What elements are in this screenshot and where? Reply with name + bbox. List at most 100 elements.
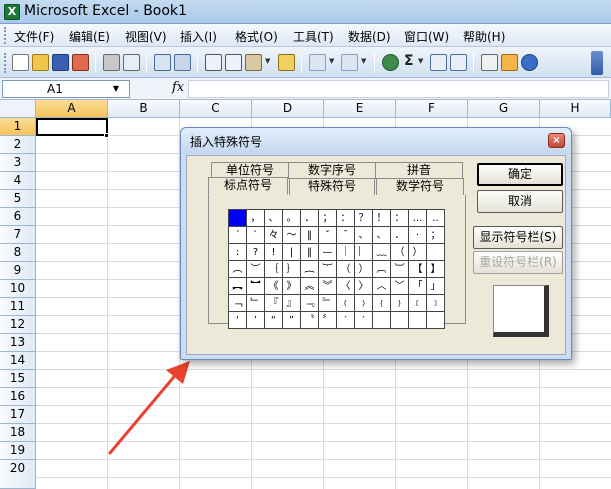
symbol-cell[interactable]: ˉ: [336, 226, 355, 244]
reset-symbol-bar-button[interactable]: 重设符号栏(R): [473, 251, 563, 274]
cut-icon[interactable]: [205, 54, 222, 71]
symbol-cell[interactable]: 〈: [336, 277, 355, 295]
column-header-d[interactable]: D: [252, 100, 324, 118]
symbol-cell[interactable]: ；: [318, 209, 337, 227]
permission-icon[interactable]: [72, 54, 89, 71]
row-header[interactable]: 3: [0, 154, 36, 172]
symbol-cell[interactable]: ”: [282, 311, 301, 329]
symbol-cell[interactable]: 〉: [354, 277, 373, 295]
menu-file[interactable]: 文件(F): [14, 28, 54, 45]
redo-dropdown-icon[interactable]: ▼: [361, 57, 366, 65]
symbol-cell[interactable]: ′: [354, 311, 373, 329]
spelling-icon[interactable]: [154, 54, 171, 71]
row-header[interactable]: 20: [0, 460, 36, 489]
column-header-a[interactable]: A: [36, 100, 108, 118]
symbol-cell[interactable]: :: [228, 243, 247, 261]
sort-ascending-icon[interactable]: [430, 54, 447, 71]
fill-handle[interactable]: [104, 133, 109, 138]
row-header[interactable]: 4: [0, 172, 36, 190]
symbol-cell[interactable]: [390, 311, 409, 329]
undo-dropdown-icon[interactable]: ▼: [329, 57, 334, 65]
row-header[interactable]: 1: [0, 118, 36, 136]
menu-view[interactable]: 视图(V): [125, 28, 167, 45]
symbol-cell[interactable]: ｛: [264, 260, 283, 278]
symbol-cell[interactable]: ，: [246, 209, 265, 227]
symbol-cell[interactable]: ｝: [282, 260, 301, 278]
name-box[interactable]: A1 ▼: [2, 80, 130, 98]
symbol-cell[interactable]: ?: [246, 243, 265, 261]
symbol-cell[interactable]: ﹝: [408, 294, 427, 312]
toolbar-grip[interactable]: [4, 53, 7, 73]
drawing-icon[interactable]: [501, 54, 518, 71]
symbol-cell[interactable]: ～: [282, 226, 301, 244]
symbol-cell[interactable]: ︻: [228, 277, 247, 295]
column-header-g[interactable]: G: [468, 100, 540, 118]
menu-grip[interactable]: [4, 27, 7, 44]
symbol-cell[interactable]: ˊ: [228, 226, 247, 244]
symbol-cell[interactable]: ：: [390, 209, 409, 227]
symbol-cell[interactable]: ﹂: [246, 294, 265, 312]
symbol-cell[interactable]: 、: [372, 226, 391, 244]
symbol-cell[interactable]: ﹞: [426, 294, 445, 312]
hyperlink-icon[interactable]: [382, 54, 399, 71]
row-header[interactable]: 19: [0, 442, 36, 460]
symbol-cell[interactable]: ﹏: [372, 243, 391, 261]
column-header-c[interactable]: C: [180, 100, 252, 118]
menu-format[interactable]: 格式(O): [235, 28, 278, 45]
tab-number-symbols[interactable]: 数字序号: [288, 162, 376, 179]
row-header[interactable]: 13: [0, 334, 36, 352]
cancel-button[interactable]: 取消: [477, 190, 563, 213]
active-cell-a1[interactable]: [36, 118, 108, 136]
row-header[interactable]: 11: [0, 298, 36, 316]
symbol-cell[interactable]: ﹃: [300, 294, 319, 312]
symbol-cell[interactable]: ‖: [300, 243, 319, 261]
symbol-cell[interactable]: ﹙: [336, 294, 355, 312]
column-header-h[interactable]: H: [540, 100, 611, 118]
ok-button[interactable]: 确定: [477, 163, 563, 186]
symbol-cell[interactable]: 々: [264, 226, 283, 244]
symbol-cell[interactable]: ︺: [390, 260, 409, 278]
row-header[interactable]: 7: [0, 226, 36, 244]
symbol-cell[interactable]: “: [264, 311, 283, 329]
symbol-cell[interactable]: 」: [426, 277, 445, 295]
symbol-cell[interactable]: 》: [282, 277, 301, 295]
print-icon[interactable]: [103, 54, 120, 71]
symbol-cell[interactable]: !: [264, 243, 283, 261]
formula-input[interactable]: [188, 80, 609, 98]
paste-dropdown-icon[interactable]: ▼: [265, 57, 270, 65]
symbol-cell[interactable]: （: [390, 243, 409, 261]
symbol-cell[interactable]: ）: [408, 243, 427, 261]
dialog-title-bar[interactable]: 插入特殊符号 ×: [181, 128, 571, 154]
paste-icon[interactable]: [245, 54, 262, 71]
row-header[interactable]: 6: [0, 208, 36, 226]
symbol-cell[interactable]: ﹀: [390, 277, 409, 295]
row-header[interactable]: 12: [0, 316, 36, 334]
symbol-cell[interactable]: ﹚: [354, 294, 373, 312]
symbol-cell[interactable]: ﹛: [372, 294, 391, 312]
symbol-cell[interactable]: …: [408, 209, 427, 227]
format-painter-icon[interactable]: [278, 54, 295, 71]
symbol-cell[interactable]: ︾: [318, 277, 337, 295]
row-header[interactable]: 8: [0, 244, 36, 262]
symbol-cell[interactable]: 、: [264, 209, 283, 227]
symbol-cell[interactable]: ｜: [336, 243, 355, 261]
show-symbol-bar-button[interactable]: 显示符号栏(S): [473, 226, 563, 249]
tab-punctuation[interactable]: 标点符号: [208, 177, 288, 195]
row-header[interactable]: 18: [0, 424, 36, 442]
symbol-cell[interactable]: |: [282, 243, 301, 261]
row-header[interactable]: 9: [0, 262, 36, 280]
autosum-icon[interactable]: Σ: [404, 53, 414, 69]
symbol-cell[interactable]: 《: [264, 277, 283, 295]
symbol-cell[interactable]: ︴: [354, 243, 373, 261]
symbol-cell[interactable]: 。: [282, 209, 301, 227]
symbol-cell[interactable]: ︸: [318, 260, 337, 278]
symbol-cell[interactable]: 『: [264, 294, 283, 312]
symbol-cell[interactable]: ‥: [426, 209, 445, 227]
symbol-cell[interactable]: [426, 311, 445, 329]
symbol-cell[interactable]: （: [336, 260, 355, 278]
column-header-f[interactable]: F: [396, 100, 468, 118]
sort-descending-icon[interactable]: [450, 54, 467, 71]
symbol-cell[interactable]: ︼: [246, 277, 265, 295]
symbol-cell[interactable]: ‵: [336, 311, 355, 329]
tab-pinyin[interactable]: 拼音: [375, 162, 463, 179]
